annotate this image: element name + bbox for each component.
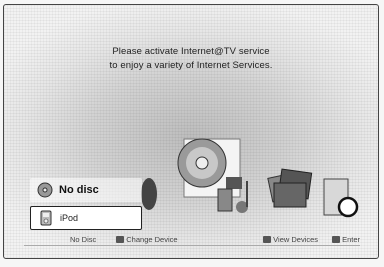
message-line-2: to enjoy a variety of Internet Services. xyxy=(109,60,273,71)
hint-view-devices[interactable]: View Devices xyxy=(263,235,318,244)
ipod-icon xyxy=(38,210,54,226)
hint-bar: No Disc Change Device View Devices Enter xyxy=(24,234,360,244)
hint-no-disc: No Disc xyxy=(70,234,97,244)
hint-enter[interactable]: Enter xyxy=(332,235,360,244)
ipod-device-graphic xyxy=(323,178,359,218)
disc-icon xyxy=(37,182,53,198)
menu-item-no-disc[interactable]: No disc xyxy=(30,178,142,202)
device-menu: No disc iPod xyxy=(30,178,142,234)
photos-graphic xyxy=(267,168,313,208)
menu-item-label: No disc xyxy=(59,184,99,196)
home-screen: Please activate Internet@TV service to e… xyxy=(3,4,379,259)
music-note-icon xyxy=(217,177,248,213)
message-line-1: Please activate Internet@TV service xyxy=(112,46,270,57)
green-button-icon xyxy=(116,236,125,244)
hint-divider xyxy=(24,245,360,246)
enter-button-icon xyxy=(332,236,341,244)
hint-change-device[interactable]: Change Device xyxy=(116,235,178,244)
tv-left-device-graphic xyxy=(141,178,157,210)
menu-item-ipod[interactable]: iPod xyxy=(30,206,142,230)
menu-item-label: iPod xyxy=(60,213,79,223)
internet-tv-message: Please activate Internet@TV service to e… xyxy=(4,45,378,73)
blue-button-icon xyxy=(263,236,272,244)
